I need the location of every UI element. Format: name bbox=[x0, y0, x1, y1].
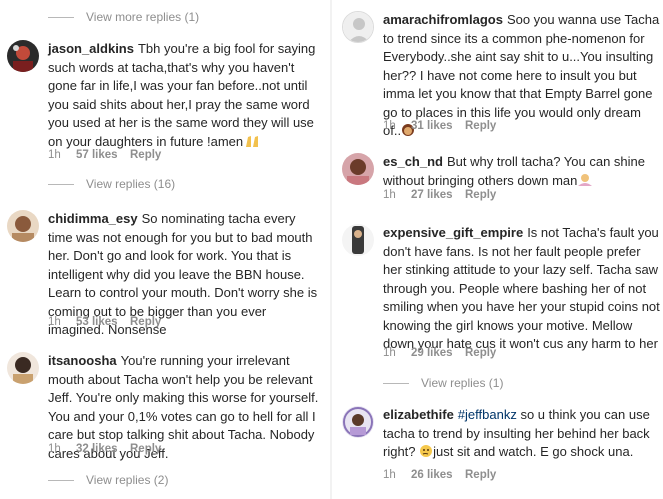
reply-button[interactable]: Reply bbox=[465, 347, 496, 359]
reply-button[interactable]: Reply bbox=[130, 316, 161, 328]
comment-body: jason_aldkins Tbh you're a big fool for s… bbox=[48, 40, 322, 153]
mention-link[interactable]: #jeffbankz bbox=[458, 407, 517, 422]
comment-time: 1h bbox=[48, 316, 61, 328]
reply-button[interactable]: Reply bbox=[130, 443, 161, 455]
comment-body: elizabethife #jeffbankz so u think you ca… bbox=[383, 406, 661, 464]
reply-thread-line bbox=[48, 16, 74, 18]
comment-likes[interactable]: 57 likes bbox=[76, 149, 130, 161]
comment-likes[interactable]: 27 likes bbox=[411, 189, 465, 201]
thinking-face-emoji bbox=[419, 444, 433, 464]
view-replies-label: View replies (16) bbox=[86, 177, 176, 191]
view-more-replies-button[interactable]: View more replies (1) bbox=[48, 10, 199, 24]
reply-thread-line bbox=[48, 183, 74, 185]
comment-likes[interactable]: 29 likes bbox=[411, 347, 465, 359]
comment-likes[interactable]: 31 likes bbox=[411, 120, 465, 132]
view-replies-button[interactable]: View replies (16) bbox=[48, 177, 175, 191]
comment-body: expensive_gift_empire Is not Tacha's faul… bbox=[383, 224, 661, 354]
comment-time: 1h bbox=[383, 120, 396, 132]
view-replies-button[interactable]: View replies (2) bbox=[48, 473, 168, 487]
avatar[interactable] bbox=[342, 224, 374, 256]
comment-time: 1h bbox=[383, 469, 396, 481]
comment-username[interactable]: expensive_gift_empire bbox=[383, 225, 523, 240]
woman-shrugging-emoji bbox=[577, 173, 593, 193]
comment-username[interactable]: elizabethife bbox=[383, 407, 454, 422]
avatar[interactable] bbox=[7, 352, 39, 384]
comment-time: 1h bbox=[48, 149, 61, 161]
avatar[interactable] bbox=[342, 11, 374, 43]
comment-meta: 1h 26 likes Reply bbox=[383, 469, 496, 481]
comment-meta: 1h 32 likes Reply bbox=[48, 443, 161, 455]
view-replies-label: View replies (2) bbox=[86, 473, 169, 487]
view-replies-label: View replies (1) bbox=[421, 376, 504, 390]
reply-button[interactable]: Reply bbox=[130, 149, 161, 161]
comment-meta: 1h 31 likes Reply bbox=[383, 120, 496, 132]
comment-time: 1h bbox=[48, 443, 61, 455]
comment-username[interactable]: itsanoosha bbox=[48, 353, 117, 368]
comment-time: 1h bbox=[383, 347, 396, 359]
view-more-replies-label: View more replies (1) bbox=[86, 10, 200, 24]
comment-username[interactable]: amarachifromlagos bbox=[383, 12, 503, 27]
comment-likes[interactable]: 26 likes bbox=[411, 469, 465, 481]
column-divider bbox=[330, 0, 332, 499]
avatar[interactable] bbox=[7, 40, 39, 72]
comment-likes[interactable]: 32 likes bbox=[76, 443, 130, 455]
comment-meta: 1h 27 likes Reply bbox=[383, 189, 496, 201]
comment-time: 1h bbox=[383, 189, 396, 201]
avatar[interactable] bbox=[342, 153, 374, 185]
reply-button[interactable]: Reply bbox=[465, 469, 496, 481]
comment-username[interactable]: es_ch_nd bbox=[383, 154, 443, 169]
reply-thread-line bbox=[383, 382, 409, 384]
comment-body: es_ch_nd But why troll tacha? You can shi… bbox=[383, 153, 661, 192]
praying-hands-emoji bbox=[243, 135, 265, 154]
reply-button[interactable]: Reply bbox=[465, 189, 496, 201]
view-replies-button[interactable]: View replies (1) bbox=[383, 376, 503, 390]
comment-text-end: just sit and watch. E go shock una. bbox=[433, 444, 634, 459]
avatar[interactable] bbox=[7, 210, 39, 242]
comment-likes[interactable]: 53 likes bbox=[76, 316, 130, 328]
avatar[interactable] bbox=[342, 406, 374, 438]
comment-meta: 1h 57 likes Reply bbox=[48, 149, 161, 161]
comment-meta: 1h 29 likes Reply bbox=[383, 347, 496, 359]
comment-text: Is not Tacha's fault you don't have fans… bbox=[383, 225, 660, 351]
reply-thread-line bbox=[48, 479, 74, 481]
comment-meta: 1h 53 likes Reply bbox=[48, 316, 161, 328]
comment-username[interactable]: jason_aldkins bbox=[48, 41, 134, 56]
comment-text: Tbh you're a big fool for saying such wo… bbox=[48, 41, 316, 149]
reply-button[interactable]: Reply bbox=[465, 120, 496, 132]
comment-username[interactable]: chidimma_esy bbox=[48, 211, 138, 226]
